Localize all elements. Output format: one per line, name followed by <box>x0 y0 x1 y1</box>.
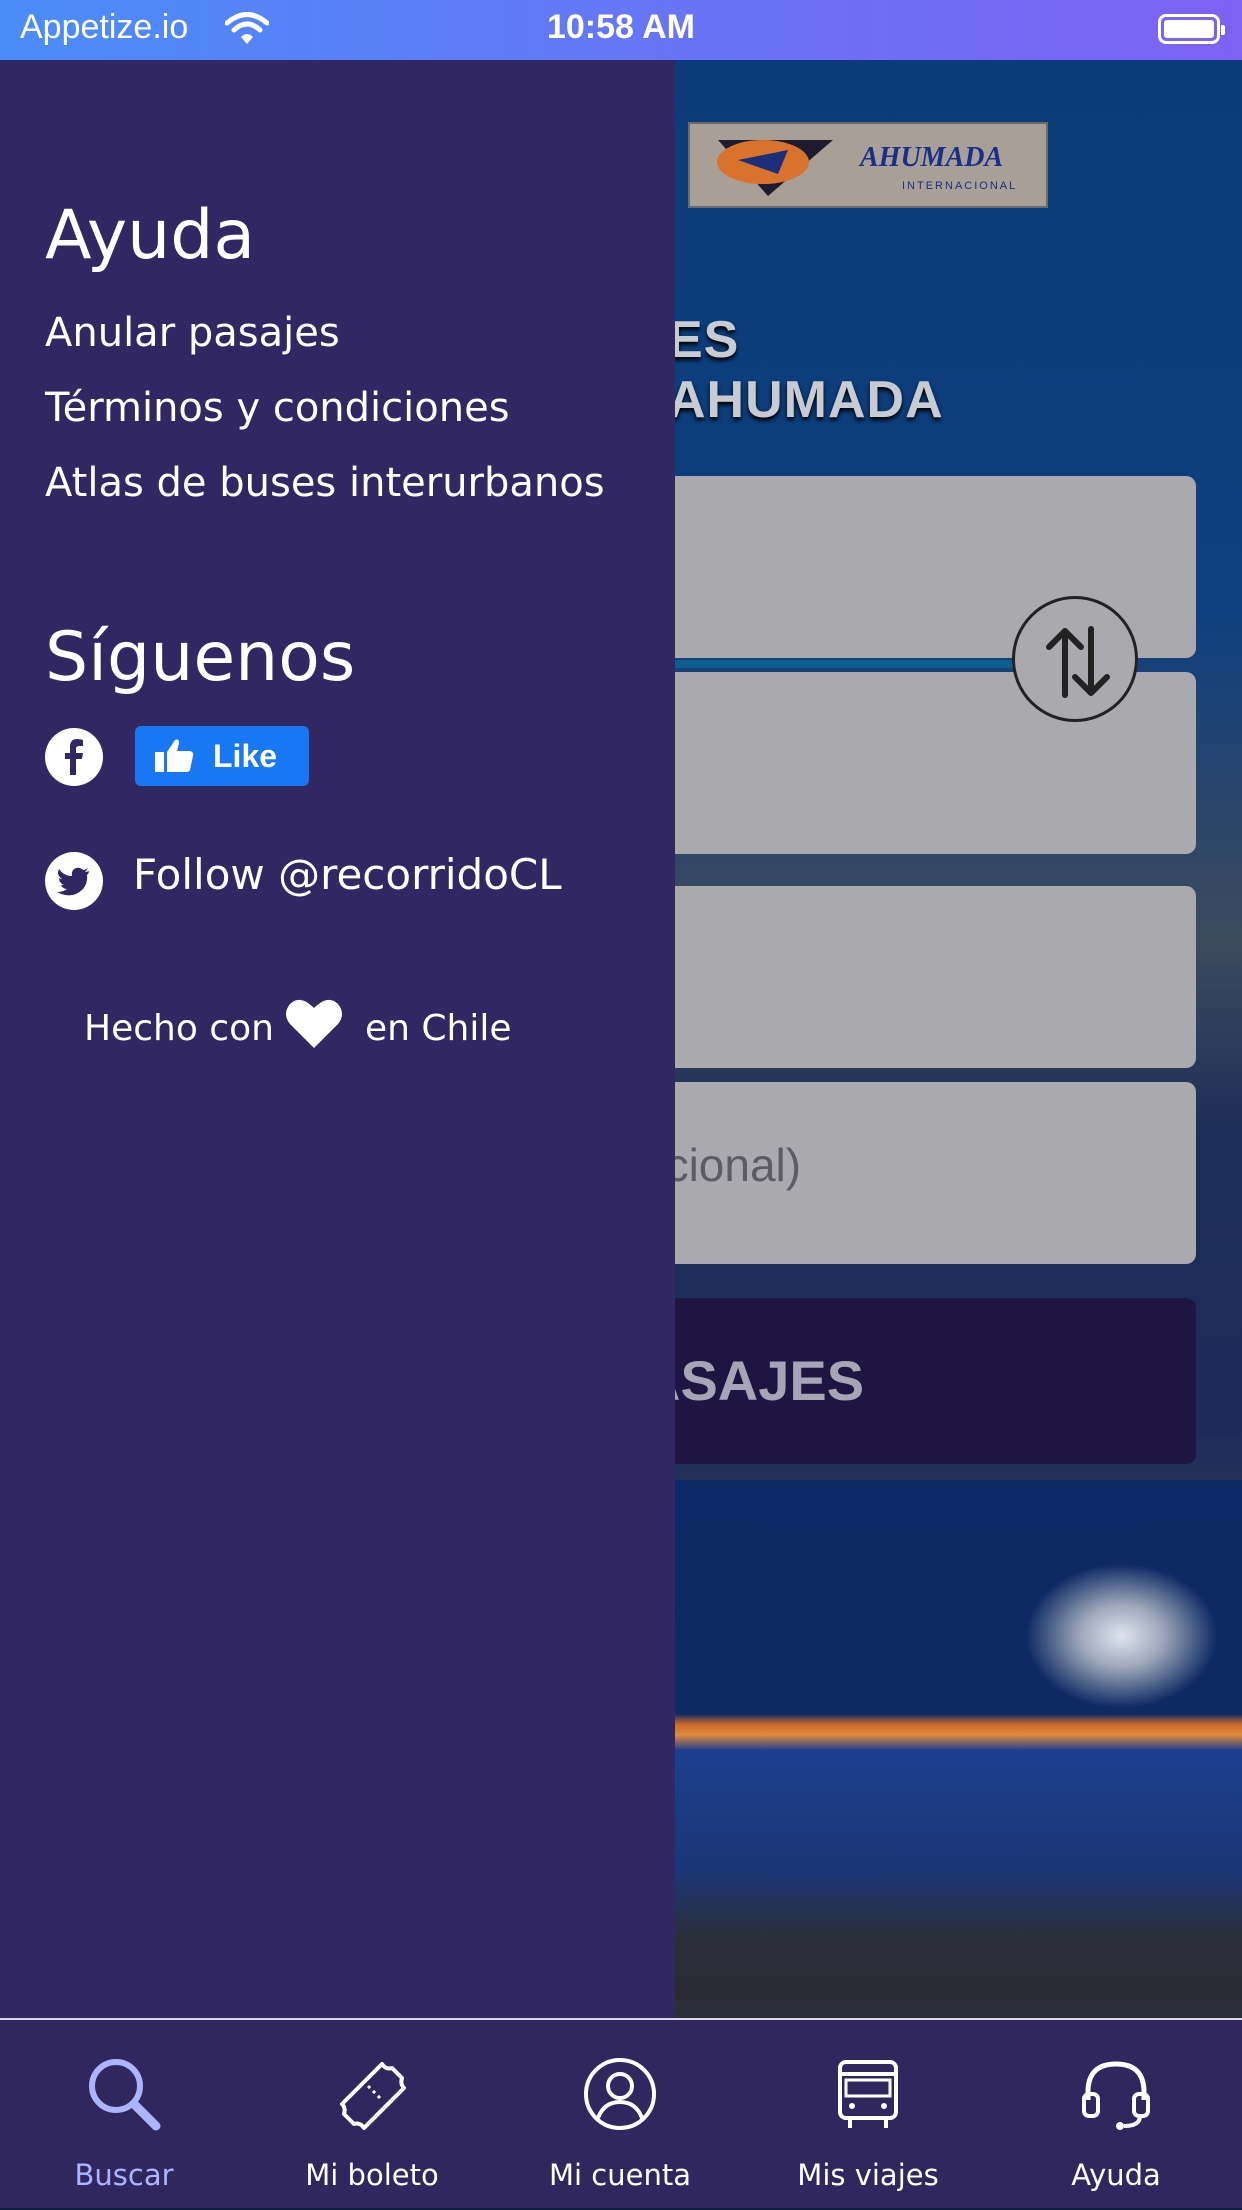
search-icon <box>89 2059 161 2131</box>
twitter-icon[interactable] <box>45 852 103 910</box>
twitter-follow-link[interactable]: Follow @recorridoCL <box>133 850 562 899</box>
tab-ayuda[interactable]: Ayuda <box>992 2020 1240 2210</box>
bottom-tab-bar: Buscar Mi boleto Mi cuenta Mis viajes Ay… <box>0 2018 1242 2208</box>
page-title-text: ES AHUMADA <box>668 311 944 429</box>
bus-background-image <box>640 1480 1242 2000</box>
tab-mis-viajes[interactable]: Mis viajes <box>744 2020 992 2210</box>
company-logo: AHUMADA INTERNACIONAL <box>688 122 1048 208</box>
help-heading: Ayuda <box>45 196 256 275</box>
tab-label: Mi cuenta <box>549 2158 691 2192</box>
made-with-suffix: en Chile <box>365 1008 512 1049</box>
tab-label: Mi boleto <box>305 2158 439 2192</box>
tab-buscar[interactable]: Buscar <box>0 2020 248 2210</box>
return-date-field[interactable]: pcional) <box>640 1082 1196 1264</box>
drawer-link-atlas[interactable]: Atlas de buses interurbanos <box>45 460 605 506</box>
logo-mark-icon <box>717 140 833 196</box>
tab-mi-cuenta[interactable]: Mi cuenta <box>496 2020 744 2210</box>
search-tickets-button[interactable]: ASAJES <box>640 1298 1196 1464</box>
headset-icon <box>1082 2061 1150 2130</box>
logo-subtext: INTERNACIONAL <box>902 180 1018 192</box>
facebook-icon[interactable] <box>45 728 103 786</box>
tab-label: Mis viajes <box>797 2158 939 2192</box>
like-label: Like <box>213 738 278 774</box>
date-field[interactable] <box>640 886 1196 1068</box>
follow-heading: Síguenos <box>45 618 356 697</box>
side-drawer: Ayuda Anular pasajes Términos y condicio… <box>0 60 675 2018</box>
drawer-link-terminos[interactable]: Términos y condiciones <box>45 385 510 431</box>
made-with-prefix: Hecho con <box>84 1008 274 1049</box>
status-bar: Appetize.io 10:58 AM <box>0 0 1242 60</box>
swap-arrows-icon <box>1046 626 1110 698</box>
facebook-like-button[interactable]: Like <box>135 726 309 786</box>
tab-label: Buscar <box>74 2158 174 2192</box>
battery-icon <box>1158 14 1225 44</box>
swap-button[interactable] <box>1012 596 1138 722</box>
ticket-icon <box>340 2062 406 2130</box>
thumbs-up-icon <box>155 739 194 772</box>
tab-mi-boleto[interactable]: Mi boleto <box>248 2020 496 2210</box>
bus-icon <box>838 2060 898 2128</box>
field-divider <box>640 660 1020 668</box>
tab-label: Ayuda <box>1071 2158 1161 2192</box>
heart-icon <box>286 999 342 1048</box>
clock: 10:58 AM <box>546 8 696 46</box>
logo-text: AHUMADA <box>860 142 1004 173</box>
user-icon <box>584 2058 656 2130</box>
drawer-link-anular-pasajes[interactable]: Anular pasajes <box>45 310 340 356</box>
